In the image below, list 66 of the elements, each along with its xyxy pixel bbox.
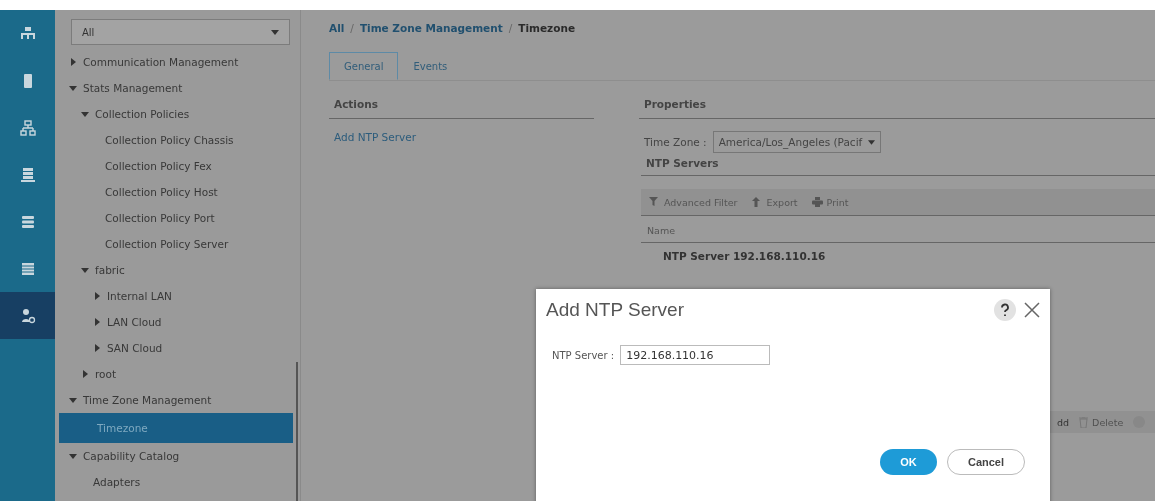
- tree-item[interactable]: Adapters: [55, 469, 300, 495]
- action-link[interactable]: Add NTP Server: [329, 119, 594, 155]
- caret-down-icon: [69, 396, 77, 404]
- help-icon[interactable]: [994, 299, 1016, 321]
- tree-item[interactable]: Time Zone Management: [55, 387, 300, 413]
- input-field[interactable]: 192.168.110.16: [620, 345, 771, 365]
- nav-rail-item[interactable]: [0, 292, 55, 339]
- toolbar-button[interactable]: Delete: [1079, 416, 1124, 428]
- tree-item[interactable]: Collection Policy Port: [55, 205, 300, 231]
- ok-button[interactable]: OK: [880, 449, 937, 475]
- caret-right-icon: [69, 58, 77, 66]
- tree-item[interactable]: Stats Management: [55, 75, 300, 101]
- tree-item[interactable]: fabric: [55, 257, 300, 283]
- network-icon: [19, 25, 36, 42]
- close-icon[interactable]: [1024, 302, 1040, 318]
- caret-right-icon: [93, 318, 101, 326]
- cancel-button[interactable]: Cancel: [947, 449, 1025, 475]
- tab[interactable]: Events: [398, 52, 463, 80]
- tree-item[interactable]: LAN Cloud: [55, 309, 300, 335]
- list-icon: [19, 260, 36, 277]
- rack-icon: [19, 166, 36, 183]
- caret-down-icon: [69, 84, 77, 92]
- table-cell-text: NTP Server 192.168.110.16: [662, 249, 827, 264]
- tab[interactable]: General: [329, 52, 399, 80]
- caret-right-icon: [93, 292, 101, 300]
- toolbar-button[interactable]: Export: [751, 196, 798, 208]
- section-title: NTP Servers: [641, 153, 1155, 176]
- breadcrumb-link[interactable]: Time Zone Management: [359, 22, 503, 34]
- admin-icon: [19, 307, 36, 324]
- tree-item[interactable]: Collection Policy Host: [55, 179, 300, 205]
- storage-icon: [19, 213, 36, 230]
- caret-icon: [271, 29, 279, 35]
- breadcrumb-separator: /: [350, 22, 354, 34]
- column-header: Name: [641, 216, 1155, 243]
- section-title: Properties: [639, 95, 1155, 119]
- toolbar-button[interactable]: Advanced Filter: [649, 196, 738, 208]
- tree-item[interactable]: Collection Policy Server: [55, 231, 300, 257]
- field-label: Time Zone :: [644, 136, 707, 148]
- caret-right-icon: [93, 344, 101, 352]
- tree-item[interactable]: root: [55, 361, 300, 387]
- tree-item[interactable]: Collection Policy Fex: [55, 153, 300, 179]
- breadcrumb-link[interactable]: All: [329, 22, 345, 34]
- printer-icon: [811, 197, 823, 207]
- tree-item[interactable]: Collection Policies: [55, 101, 300, 127]
- tree-item[interactable]: Internal LAN: [55, 283, 300, 309]
- dialog-title: Add NTP Server: [546, 299, 685, 321]
- caret-right-icon: [81, 370, 89, 378]
- up-arrow-icon: [751, 197, 763, 207]
- tree-item[interactable]: Collection Policy Chassis: [55, 127, 300, 153]
- caret-icon: [868, 139, 876, 145]
- filter-icon: [649, 197, 660, 207]
- caret-down-icon: [69, 452, 77, 460]
- tree-item[interactable]: Timezone: [59, 413, 293, 443]
- field-label: NTP Server :: [552, 349, 615, 361]
- trash-icon: [1079, 416, 1089, 428]
- breadcrumb-separator: /: [508, 22, 513, 34]
- filter-dropdown[interactable]: All: [71, 19, 290, 45]
- topology-icon: [19, 119, 36, 136]
- section-title: Actions: [329, 95, 594, 119]
- tree-item[interactable]: Capability Catalog: [55, 443, 300, 469]
- time-zone-dropdown[interactable]: America/Los_Angeles (Pacif: [712, 131, 882, 153]
- caret-down-icon: [81, 266, 89, 274]
- tree-item[interactable]: Communication Management: [55, 49, 300, 75]
- toolbar-button[interactable]: dd: [1057, 416, 1070, 428]
- caret-down-icon: [81, 110, 89, 118]
- tree-item[interactable]: SAN Cloud: [55, 335, 300, 361]
